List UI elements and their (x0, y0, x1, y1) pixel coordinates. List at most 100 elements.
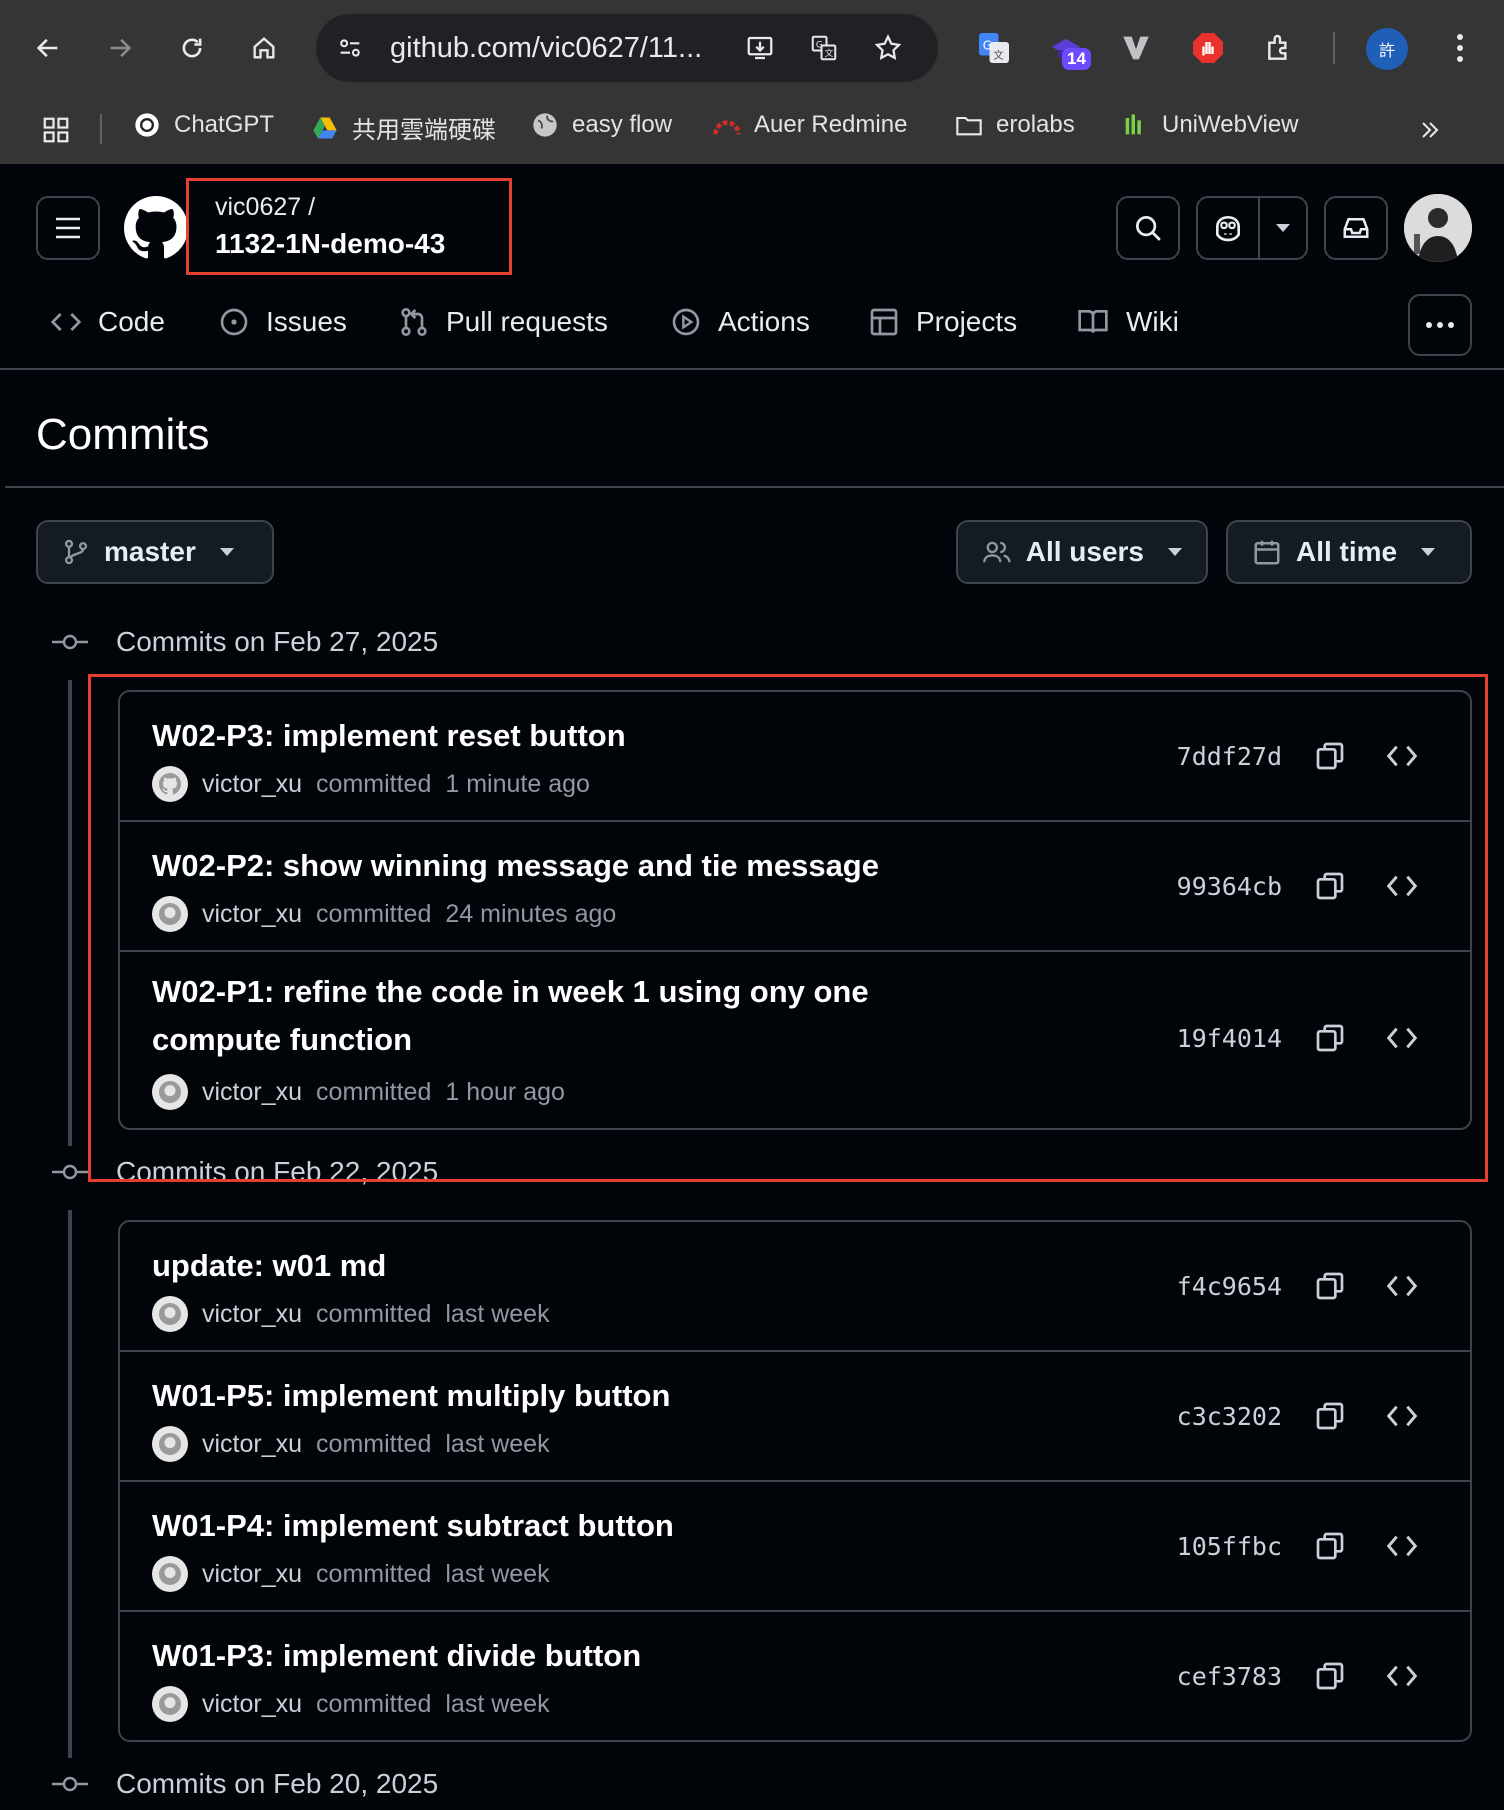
bookmark-star-icon[interactable] (868, 28, 908, 68)
bookmark-label: Auer Redmine (754, 111, 908, 138)
chevron-down-icon (1421, 548, 1436, 556)
chatgpt-icon (132, 110, 162, 140)
commit-verb: committed (316, 1429, 432, 1458)
time-filter[interactable]: All time (1226, 520, 1472, 584)
page-title: Commits (36, 410, 210, 459)
address-bar[interactable]: github.com/vic0627/11... G文 (316, 14, 938, 82)
author-avatar[interactable] (152, 1556, 188, 1592)
browse-repo-code-icon[interactable] (1382, 1526, 1422, 1566)
google-translate-extension-icon[interactable]: G文 (972, 26, 1016, 70)
commit-time: last week (445, 1689, 550, 1718)
users-filter[interactable]: All users (956, 520, 1208, 584)
git-commit-icon (52, 1164, 88, 1180)
code-icon (50, 313, 82, 331)
timeline-line (68, 1210, 72, 1758)
site-settings-icon[interactable] (330, 28, 370, 68)
open-global-nav-button[interactable] (36, 196, 100, 260)
commit-time: last week (445, 1299, 550, 1328)
bookmark-erolabs[interactable]: erolabs (954, 110, 1075, 140)
branch-label: master (104, 536, 196, 567)
commit-author[interactable]: victor_xu (202, 1430, 302, 1459)
svg-text:文: 文 (993, 49, 1004, 62)
commit-message-link[interactable]: update: w01 md (152, 1242, 1052, 1290)
tab-projects[interactable]: Projects (868, 306, 1017, 338)
bookmark-uniwebview[interactable]: UniWebView (1120, 110, 1299, 140)
tab-issues[interactable]: Issues (218, 306, 347, 338)
chrome-menu-icon[interactable] (1440, 28, 1480, 68)
install-app-icon[interactable] (740, 28, 780, 68)
copilot-dropdown-caret-icon[interactable] (1260, 198, 1306, 258)
commit-group-heading: Commits on Feb 27, 2025 (52, 626, 438, 658)
commit-sha-link[interactable]: f4c9654 (1177, 1272, 1282, 1301)
commit-author[interactable]: victor_xu (202, 1300, 302, 1329)
table-icon (870, 308, 898, 336)
more-bookmarks-icon[interactable] (1412, 112, 1448, 148)
pull-request-icon (401, 308, 427, 336)
extensions-puzzle-icon[interactable] (1258, 26, 1302, 70)
tab-code[interactable]: Code (50, 306, 165, 338)
home-icon[interactable] (244, 28, 284, 68)
browse-repo-code-icon[interactable] (1382, 1656, 1422, 1696)
commit-sha-link[interactable]: c3c3202 (1177, 1402, 1282, 1431)
toolbar-separator (1333, 32, 1335, 64)
profile-avatar[interactable]: 許 (1366, 28, 1408, 70)
copy-sha-icon[interactable] (1310, 1526, 1350, 1566)
browse-repo-code-icon[interactable] (1382, 1266, 1422, 1306)
time-filter-label: All time (1296, 536, 1398, 567)
people-icon (983, 541, 1011, 563)
user-avatar[interactable] (1404, 194, 1472, 262)
search-button[interactable] (1116, 196, 1180, 260)
inbox-button[interactable] (1324, 196, 1388, 260)
copy-sha-icon[interactable] (1310, 1656, 1350, 1696)
github-logo-icon[interactable] (124, 196, 188, 260)
search-icon (1136, 216, 1161, 241)
commit-verb: committed (316, 1299, 432, 1328)
svg-text:G: G (816, 40, 823, 50)
bookmarks-separator (100, 114, 102, 144)
url-text[interactable]: github.com/vic0627/11... (390, 32, 702, 65)
nav-overflow-button[interactable] (1408, 294, 1472, 356)
commit-author[interactable]: victor_xu (202, 1690, 302, 1719)
author-avatar[interactable] (152, 1296, 188, 1332)
bookmark-easy-flow[interactable]: easy flow (530, 110, 672, 140)
commit-verb: committed (316, 1689, 432, 1718)
tab-actions[interactable]: Actions (670, 306, 810, 338)
tab-label: Wiki (1126, 306, 1179, 337)
bookmark-auer-redmine[interactable]: Auer Redmine (712, 110, 907, 140)
commit-time: last week (445, 1429, 550, 1458)
extension-badge-icon[interactable]: 14 (1042, 26, 1091, 74)
forward-icon[interactable] (100, 28, 140, 68)
tab-label: Issues (266, 306, 347, 337)
author-avatar[interactable] (152, 1426, 188, 1462)
adblock-extension-icon[interactable] (1186, 26, 1230, 70)
chevron-down-icon (1168, 548, 1182, 556)
back-icon[interactable] (28, 28, 68, 68)
copy-sha-icon[interactable] (1310, 1266, 1350, 1306)
commit-author[interactable]: victor_xu (202, 1560, 302, 1589)
copilot-icon[interactable] (1198, 198, 1260, 258)
apps-grid-icon[interactable] (38, 112, 74, 148)
commit-message-link[interactable]: W01-P5: implement multiply button (152, 1372, 1052, 1420)
bookmark-shared-drive[interactable]: 共用雲端硬碟 (310, 110, 496, 145)
bookmark-chatgpt[interactable]: ChatGPT (132, 110, 274, 140)
copy-sha-icon[interactable] (1310, 1396, 1350, 1436)
author-avatar[interactable] (152, 1686, 188, 1722)
tab-label: Projects (916, 306, 1018, 337)
svg-text:G: G (983, 39, 992, 53)
reload-icon[interactable] (172, 28, 212, 68)
vimium-extension-icon[interactable] (1114, 26, 1158, 70)
branch-selector[interactable]: master (36, 520, 274, 584)
tab-wiki[interactable]: Wiki (1076, 306, 1179, 338)
translate-icon[interactable]: G文 (804, 28, 844, 68)
commit-sha-link[interactable]: cef3783 (1177, 1662, 1282, 1691)
browse-repo-code-icon[interactable] (1382, 1396, 1422, 1436)
hamburger-icon (56, 217, 80, 239)
commit-message-link[interactable]: W01-P4: implement subtract button (152, 1502, 1052, 1550)
commit-sha-link[interactable]: 105ffbc (1177, 1532, 1282, 1561)
commit-meta: victor_xu committed last week (152, 1296, 550, 1332)
google-drive-icon (310, 113, 340, 143)
uniwebview-icon (1120, 110, 1150, 140)
tab-pull-requests[interactable]: Pull requests (398, 306, 608, 338)
commit-message-link[interactable]: W01-P3: implement divide button (152, 1632, 1052, 1680)
copilot-button-group (1196, 196, 1308, 260)
